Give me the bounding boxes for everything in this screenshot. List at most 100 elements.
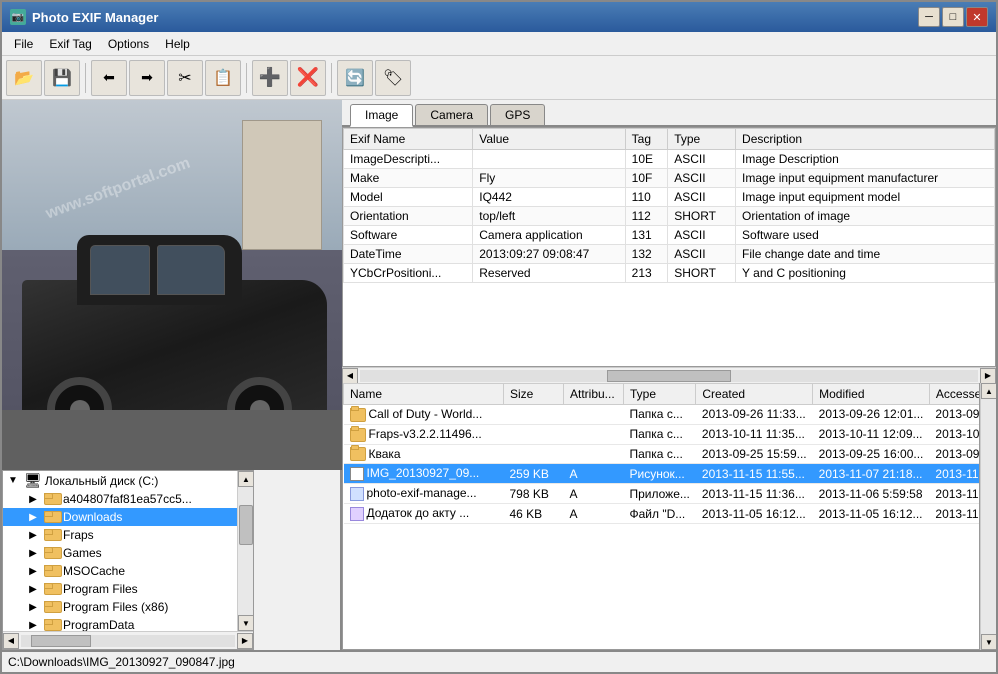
- file-list-container[interactable]: Name Size Attribu... Type Created Modifi…: [342, 383, 980, 650]
- file-list-row[interactable]: Додаток до акту ... 46 KB A Файл "D... 2…: [344, 504, 981, 524]
- minimize-button[interactable]: ─: [918, 7, 940, 27]
- folder-icon-5: [44, 583, 60, 595]
- exif-table: Exif Name Value Tag Type Description Ima…: [343, 128, 995, 283]
- exif-row[interactable]: ImageDescripti... 10E ASCII Image Descri…: [344, 150, 995, 169]
- exif-cell-type: ASCII: [668, 188, 736, 207]
- tree-item-0[interactable]: ▶ a404807faf81ea57cc5...: [3, 490, 237, 508]
- file-cell-accessed: 2013-09-25 16:00...: [929, 444, 980, 464]
- exif-hscroll-track[interactable]: [360, 370, 978, 382]
- exif-cell-desc: Image input equipment manufacturer: [736, 169, 995, 188]
- menu-file[interactable]: File: [6, 35, 41, 53]
- tree-scroll-down[interactable]: ▼: [238, 615, 253, 631]
- tree-scroll-thumb[interactable]: [239, 505, 253, 545]
- tree-scrollbar[interactable]: ▲ ▼: [237, 471, 253, 631]
- exif-hscroll-right[interactable]: ▶: [980, 368, 996, 384]
- file-list-row[interactable]: Fraps-v3.2.2.11496... Папка с... 2013-10…: [344, 424, 981, 444]
- exif-cell-value: Camera application: [473, 226, 625, 245]
- file-scroll-down[interactable]: ▼: [981, 634, 996, 650]
- toolbar-save-btn[interactable]: 💾: [44, 60, 80, 96]
- tree-expand-2[interactable]: ▶: [25, 527, 41, 543]
- exif-header-tag: Tag: [625, 129, 668, 150]
- tree-expand-7[interactable]: ▶: [25, 617, 41, 631]
- exif-row[interactable]: Model IQ442 110 ASCII Image input equipm…: [344, 188, 995, 207]
- tree-item-5[interactable]: ▶ Program Files: [3, 580, 237, 598]
- tree-hscroll-thumb[interactable]: [31, 635, 91, 647]
- toolbar-copy-btn[interactable]: 📋: [205, 60, 241, 96]
- exif-row[interactable]: Orientation top/left 112 SHORT Orientati…: [344, 207, 995, 226]
- toolbar-next-btn[interactable]: ➡: [129, 60, 165, 96]
- exif-hscroll-thumb[interactable]: [607, 370, 731, 382]
- exif-row[interactable]: Make Fly 10F ASCII Image input equipment…: [344, 169, 995, 188]
- toolbar-add-btn[interactable]: ➕: [252, 60, 288, 96]
- tree-expand-3[interactable]: ▶: [25, 545, 41, 561]
- menu-options[interactable]: Options: [100, 35, 157, 53]
- folder-icon-4: [44, 565, 60, 577]
- tree-item-6[interactable]: ▶ Program Files (x86): [3, 598, 237, 616]
- exif-hscroll-left[interactable]: ◀: [342, 368, 358, 384]
- file-list-row[interactable]: Call of Duty - World... Папка с... 2013-…: [344, 405, 981, 425]
- tree-item-root[interactable]: ▼ 🖥 Локальный диск (C:): [3, 471, 237, 490]
- exif-cell-name: Software: [344, 226, 473, 245]
- file-cell-size: [504, 405, 564, 425]
- file-cell-size: 46 KB: [504, 504, 564, 524]
- tree-expand-4[interactable]: ▶: [25, 563, 41, 579]
- tree-item-2[interactable]: ▶ Fraps: [3, 526, 237, 544]
- tree-item-4[interactable]: ▶ MSOCache: [3, 562, 237, 580]
- tree-expand-6[interactable]: ▶: [25, 599, 41, 615]
- tree-item-1[interactable]: ▶ Downloads: [3, 508, 237, 526]
- folder-icon-3: [44, 547, 60, 559]
- tab-gps[interactable]: GPS: [490, 104, 545, 125]
- toolbar-prev-btn[interactable]: ⬅: [91, 60, 127, 96]
- exif-cell-desc: Y and C positioning: [736, 264, 995, 283]
- file-list-scrollbar[interactable]: ▲ ▼: [980, 383, 996, 650]
- tree-expand-0[interactable]: ▶: [25, 491, 41, 507]
- exif-cell-type: ASCII: [668, 169, 736, 188]
- close-button[interactable]: ✕: [966, 7, 988, 27]
- file-scroll-up[interactable]: ▲: [981, 383, 996, 399]
- toolbar-cut-btn[interactable]: ✂: [167, 60, 203, 96]
- exif-cell-desc: Software used: [736, 226, 995, 245]
- status-bar: C:\Downloads\IMG_20130927_090847.jpg: [2, 650, 996, 672]
- tree-item-3[interactable]: ▶ Games: [3, 544, 237, 562]
- file-list-row[interactable]: Квака Папка с... 2013-09-25 15:59... 201…: [344, 444, 981, 464]
- exif-row[interactable]: YCbCrPositioni... Reserved 213 SHORT Y a…: [344, 264, 995, 283]
- main-content: www.softportal.com ▼ 🖥 Локальный: [2, 100, 996, 650]
- maximize-button[interactable]: □: [942, 7, 964, 27]
- menu-exif-tag[interactable]: Exif Tag: [41, 35, 99, 53]
- tree-item-label-6: Program Files (x86): [63, 600, 168, 614]
- tree-hscrollbar[interactable]: ◀ ▶: [3, 631, 253, 649]
- toolbar-open-btn[interactable]: 📂: [6, 60, 42, 96]
- folder-tree[interactable]: ▼ 🖥 Локальный диск (C:) ▶ a404807faf81ea…: [3, 471, 237, 631]
- tree-hscroll-left[interactable]: ◀: [3, 633, 19, 649]
- doc-file-icon: [350, 507, 364, 521]
- file-cell-size: [504, 424, 564, 444]
- tree-expand-1[interactable]: ▶: [25, 509, 41, 525]
- tree-item-label-7: ProgramData: [63, 618, 134, 631]
- tree-expand-root[interactable]: ▼: [5, 473, 21, 489]
- exif-hscrollbar[interactable]: ◀ ▶: [342, 367, 996, 383]
- exe-file-icon: [350, 487, 364, 501]
- toolbar-tag-btn[interactable]: 🏷: [375, 60, 411, 96]
- exif-row[interactable]: DateTime 2013:09:27 09:08:47 132 ASCII F…: [344, 245, 995, 264]
- tree-expand-5[interactable]: ▶: [25, 581, 41, 597]
- toolbar-separator-2: [246, 63, 247, 93]
- tree-scroll-up[interactable]: ▲: [238, 471, 253, 487]
- title-buttons: ─ □ ✕: [918, 7, 988, 27]
- file-list-row[interactable]: 🖼IMG_20130927_09... 259 KB A Рисунок... …: [344, 464, 981, 484]
- file-cell-name: Call of Duty - World...: [344, 405, 504, 425]
- exif-table-container[interactable]: Exif Name Value Tag Type Description Ima…: [342, 127, 996, 367]
- file-list-table: Name Size Attribu... Type Created Modifi…: [343, 383, 980, 524]
- exif-row[interactable]: Software Camera application 131 ASCII So…: [344, 226, 995, 245]
- toolbar-refresh-btn[interactable]: 🔄: [337, 60, 373, 96]
- tree-hscroll-right[interactable]: ▶: [237, 633, 253, 649]
- tab-image[interactable]: Image: [350, 104, 413, 127]
- tree-item-7[interactable]: ▶ ProgramData: [3, 616, 237, 631]
- menu-help[interactable]: Help: [157, 35, 198, 53]
- file-list-row[interactable]: photo-exif-manage... 798 KB A Приложе...…: [344, 484, 981, 504]
- tab-camera[interactable]: Camera: [415, 104, 488, 125]
- left-file-browser: ▼ 🖥 Локальный диск (C:) ▶ a404807faf81ea…: [2, 470, 340, 650]
- exif-cell-type: ASCII: [668, 245, 736, 264]
- tree-hscroll-track[interactable]: [21, 635, 235, 647]
- tree-item-label-0: a404807faf81ea57cc5...: [63, 492, 192, 506]
- toolbar-delete-btn[interactable]: ❌: [290, 60, 326, 96]
